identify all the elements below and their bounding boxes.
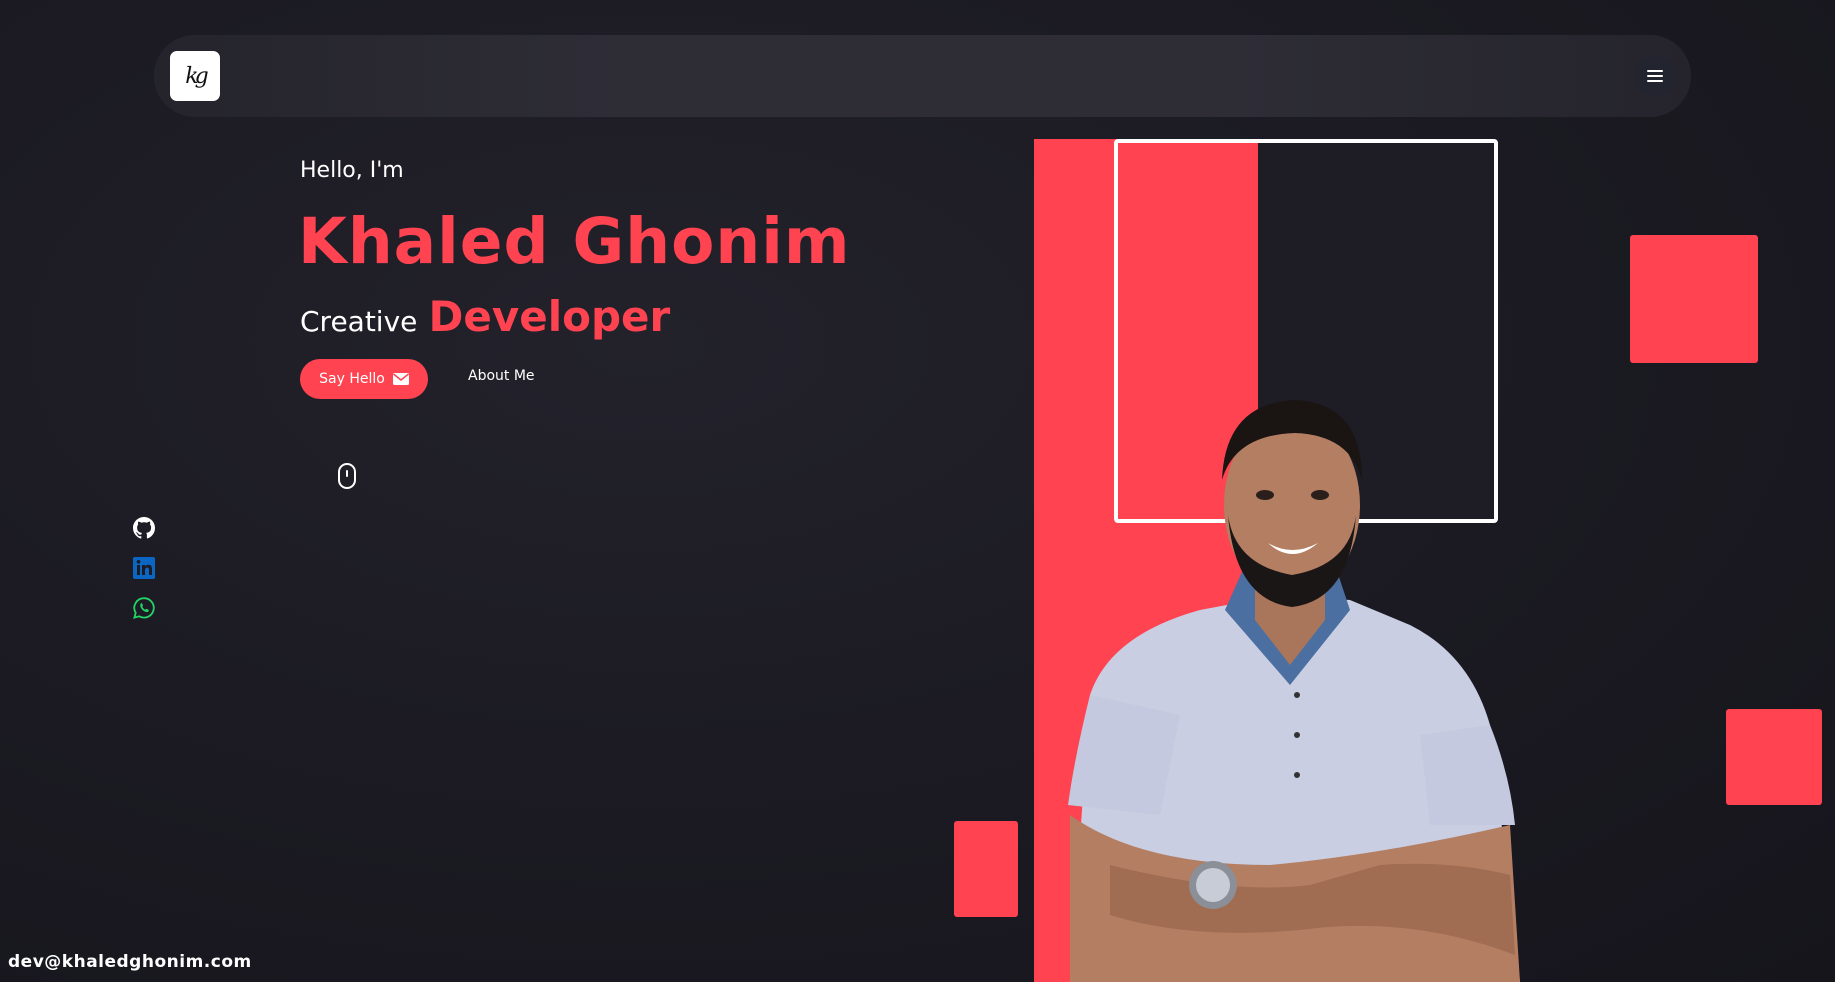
accent-square-top-right [1630,235,1758,363]
portfolio-page: kg Hello, I'm Khaled Ghonim Creative Dev… [0,0,1835,982]
say-hello-label: Say Hello [319,371,385,387]
contact-email[interactable]: dev@khaledghonim.com [8,952,252,972]
envelope-icon [392,373,409,385]
greeting-text: Hello, I'm [300,158,404,183]
github-icon [133,517,155,539]
navbar: kg [154,35,1691,117]
linkedin-icon [133,557,155,579]
say-hello-button[interactable]: Say Hello [300,359,428,399]
whatsapp-link[interactable] [132,596,156,620]
tagline: Creative Developer [300,292,670,341]
logo-text: kg [185,63,209,89]
about-me-link[interactable]: About Me [468,368,535,384]
mouse-icon[interactable] [338,463,356,489]
github-link[interactable] [132,516,156,540]
hamburger-icon [1647,70,1663,82]
hero-name: Khaled Ghonim [298,205,851,278]
tagline-role: Developer [428,292,671,341]
whatsapp-icon [133,597,155,619]
linkedin-link[interactable] [132,556,156,580]
monogram-logo[interactable]: kg [170,51,220,101]
menu-button[interactable] [1635,56,1675,96]
tagline-static: Creative [300,305,418,338]
profile-photo [1050,395,1550,982]
accent-square-bottom-right [1726,709,1822,805]
accent-rectangle-bottom [954,821,1018,917]
